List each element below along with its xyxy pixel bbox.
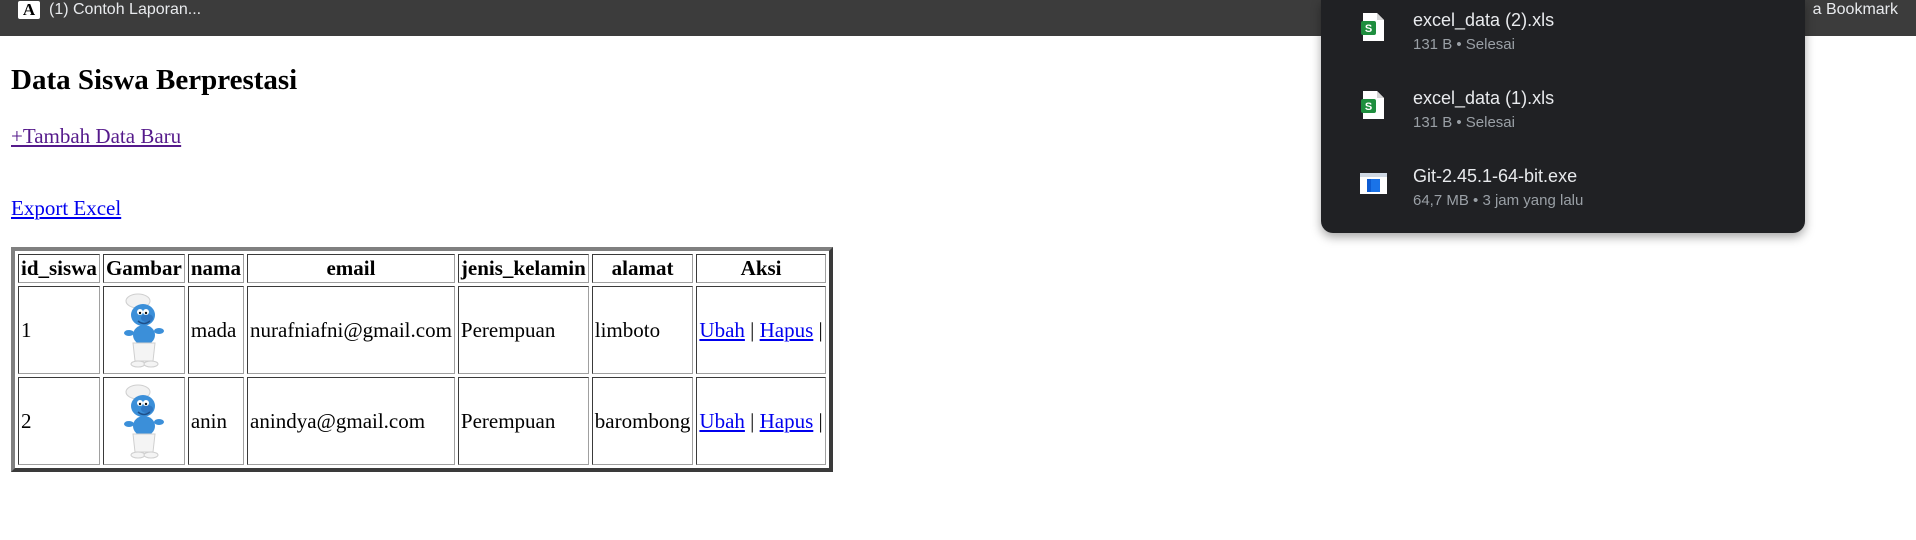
header-nama: nama [187, 254, 245, 283]
download-item[interactable]: Git-2.45.1-64-bit.exe 64,7 MB • 3 jam ya… [1321, 162, 1805, 240]
download-filename: Git-2.45.1-64-bit.exe [1413, 166, 1578, 186]
cell-aksi: Ubah | Hapus | [696, 286, 826, 374]
download-filename: excel_data (1).xls [1413, 88, 1555, 108]
add-new-data-link[interactable]: +Tambah Data Baru [11, 124, 181, 149]
svg-text:S: S [1365, 101, 1372, 113]
cell-jenis-kelamin: Perempuan [457, 286, 589, 374]
action-separator: | [818, 317, 823, 342]
download-status: 131 B • Selesai [1413, 114, 1515, 131]
table-row: 1 mada nurafniafni@gmail.com Perempuan l… [18, 286, 826, 374]
header-aksi: Aksi [696, 254, 826, 283]
bookmark-label: (1) Contoh Laporan... [49, 1, 202, 18]
cell-aksi: Ubah | Hapus | [696, 377, 826, 465]
downloads-panel: S excel_data (2).xls 131 B • Selesai S e… [1321, 0, 1805, 233]
header-id-siswa: id_siswa [18, 254, 100, 283]
cell-nama: anin [187, 377, 245, 465]
download-status: 64,7 MB • 3 jam yang lalu [1413, 192, 1584, 209]
export-excel-link[interactable]: Export Excel [11, 196, 121, 221]
cell-gambar [102, 377, 185, 465]
bookmark-item[interactable]: A (1) Contoh Laporan... [18, 0, 201, 20]
spreadsheet-icon: S [1361, 91, 1384, 119]
student-photo [123, 384, 164, 459]
all-bookmarks-label: a Bookmark [1812, 1, 1898, 18]
action-separator: | [818, 408, 823, 433]
cell-id: 1 [18, 286, 100, 374]
page-title: Data Siswa Berprestasi [11, 64, 298, 96]
action-separator: | [750, 317, 755, 342]
cell-jenis-kelamin: Perempuan [457, 377, 589, 465]
download-status: 131 B • Selesai [1413, 36, 1515, 53]
header-jenis-kelamin: jenis_kelamin [457, 254, 589, 283]
all-bookmarks-button[interactable]: a Bookmark [1813, 0, 1898, 20]
download-item[interactable]: S excel_data (2).xls 131 B • Selesai [1321, 6, 1805, 84]
table-row: 2 anin anindya@gmail.com Perempuan barom… [18, 377, 826, 465]
cell-alamat: barombong [591, 377, 694, 465]
action-separator: | [750, 408, 755, 433]
delete-link[interactable]: Hapus [760, 409, 814, 433]
site-favicon-icon: A [18, 1, 40, 19]
cell-email: anindya@gmail.com [247, 377, 455, 465]
student-photo [123, 293, 164, 368]
cell-nama: mada [187, 286, 245, 374]
edit-link[interactable]: Ubah [699, 318, 745, 342]
header-alamat: alamat [591, 254, 694, 283]
download-item[interactable]: S excel_data (1).xls 131 B • Selesai [1321, 84, 1805, 162]
cell-email: nurafniafni@gmail.com [247, 286, 455, 374]
cell-gambar [102, 286, 185, 374]
header-email: email [247, 254, 455, 283]
delete-link[interactable]: Hapus [760, 318, 814, 342]
cell-alamat: limboto [591, 286, 694, 374]
spreadsheet-icon: S [1361, 13, 1384, 41]
download-filename: excel_data (2).xls [1413, 10, 1555, 30]
header-gambar: Gambar [102, 254, 185, 283]
cell-id: 2 [18, 377, 100, 465]
table-header-row: id_siswa Gambar nama email jenis_kelamin… [18, 254, 826, 283]
students-table: id_siswa Gambar nama email jenis_kelamin… [11, 247, 833, 472]
installer-icon [1360, 173, 1387, 194]
svg-text:S: S [1365, 23, 1372, 35]
edit-link[interactable]: Ubah [699, 409, 745, 433]
